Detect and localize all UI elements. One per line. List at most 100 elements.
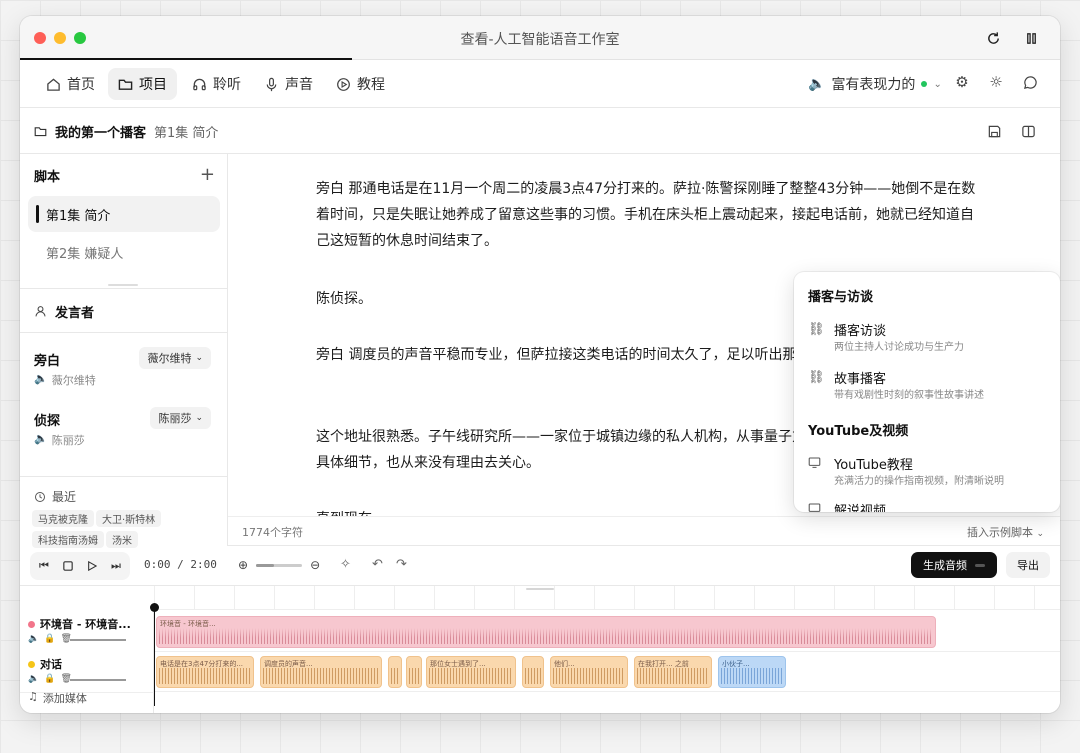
script-paragraph[interactable]: 旁白 那通电话是在11月一个周二的凌晨3点47分打来的。萨拉·陈警探刚睡了整整4… xyxy=(316,176,976,254)
speaker-role-detective: 侦探 xyxy=(34,414,61,429)
status-dot xyxy=(921,81,928,87)
title-bar: 查看-人工智能语音工作室 xyxy=(20,16,1060,60)
nav-projects-label: 项目 xyxy=(139,77,167,93)
audio-clip[interactable]: 他们... xyxy=(550,656,628,688)
skip-back-icon[interactable]: ⏮ xyxy=(36,558,52,574)
waveform xyxy=(409,668,419,684)
timecode: 0:00 / 2:00 xyxy=(144,558,217,571)
menu-section-podcast: 播客与访谈 xyxy=(808,290,874,305)
menu-item-desc: 带有戏剧性时刻的叙事性故事讲述 xyxy=(834,390,984,401)
example-script-menu: 播客与访谈 ⛓ 播客访谈 两位主持人讨论成功与生产力 ⛓ 故事播客 带有戏剧性时… xyxy=(794,272,1060,512)
narrator-voice-select[interactable]: 薇尔维特 ⌄ xyxy=(139,347,211,369)
add-episode-icon[interactable]: + xyxy=(200,164,215,185)
window-title: 查看-人工智能语音工作室 xyxy=(460,32,620,48)
nav-listen[interactable]: 聆听 xyxy=(182,68,251,100)
stop-icon[interactable] xyxy=(60,558,76,574)
audio-clip[interactable]: 电话是在3点47分打来的... xyxy=(156,656,254,688)
pause-icon[interactable] xyxy=(1020,27,1042,49)
sun-icon[interactable]: ☼ xyxy=(986,72,1006,92)
nav-home[interactable]: 首页 xyxy=(36,68,105,100)
zoom-control: ⊕ ⊖ xyxy=(238,558,320,572)
time-ruler[interactable] xyxy=(154,586,1060,610)
nav-projects[interactable]: 项目 xyxy=(108,68,177,100)
nav-tutorials[interactable]: 教程 xyxy=(326,68,395,100)
zoom-in-icon[interactable]: ⊕ xyxy=(238,558,248,572)
waveform xyxy=(637,668,709,684)
split-view-icon[interactable] xyxy=(1018,121,1038,141)
nav-listen-label: 聆听 xyxy=(213,77,241,93)
audio-clip[interactable]: 在我打开... 之前 xyxy=(634,656,712,688)
recent-tag[interactable]: 马克被克隆 xyxy=(32,510,94,527)
link-icon: ⛓ xyxy=(808,322,825,337)
chevron-down-icon: ⌄ xyxy=(195,413,203,423)
track-lane-ambient[interactable]: 环境音 - 环境音... xyxy=(154,612,1060,652)
voice-style-select[interactable]: 🔈 富有表现力的 ⌄ xyxy=(808,74,942,94)
waveform xyxy=(391,668,399,684)
episode-item-1[interactable]: 第1集 简介 xyxy=(28,196,220,232)
episode-item-2[interactable]: 第2集 嫌疑人 xyxy=(28,234,220,270)
undo-icon[interactable]: ↶ xyxy=(372,557,383,572)
add-media-button[interactable]: ♫ 添加媒体 xyxy=(28,690,87,706)
menu-section-youtube: YouTube及视频 xyxy=(808,424,909,439)
lock-icon[interactable]: 🔒 xyxy=(44,674,55,684)
audio-clip[interactable] xyxy=(406,656,422,688)
audio-clip[interactable]: 小伙子... xyxy=(718,656,786,688)
track-header-ambient: 环境音 - 环境音... 🔈 🔒 🗑 xyxy=(20,612,154,652)
audio-clip[interactable] xyxy=(522,656,544,688)
zoom-out-icon[interactable]: ⊖ xyxy=(310,558,320,572)
speakers-section-title: 发言者 xyxy=(34,302,94,321)
speakers-label: 发言者 xyxy=(55,306,95,321)
timeline: 环境音 - 环境音... 🔈 🔒 🗑 对话 🔈 🔒 🗑 ♫ 添加媒体 环境音 -… xyxy=(20,586,1060,713)
chat-bubble-icon[interactable] xyxy=(1020,72,1040,92)
track-volume-slider[interactable] xyxy=(70,679,126,681)
audio-clip[interactable]: 调度员的声音... xyxy=(260,656,382,688)
app-window: 查看-人工智能语音工作室 首页 项目 聆听 声音 教程 🔈 富有表现力的 ⌄ ⚙… xyxy=(20,16,1060,713)
speaker-icon: 🔈 xyxy=(34,372,48,385)
insert-example-script-button[interactable]: 插入示例脚本 ⌄ xyxy=(967,524,1044,540)
resize-handle[interactable] xyxy=(108,284,138,286)
menu-item-name: 解说视频 xyxy=(834,504,887,512)
save-icon[interactable] xyxy=(984,121,1004,141)
volume-icon[interactable]: 🔈 xyxy=(28,634,39,644)
breadcrumb-project[interactable]: 我的第一个播客 xyxy=(55,122,146,141)
nav-voices[interactable]: 声音 xyxy=(254,68,323,100)
audio-clip[interactable]: 那位女士遇到了... xyxy=(426,656,516,688)
detective-voice-select[interactable]: 陈丽莎 ⌄ xyxy=(150,407,211,429)
zoom-slider[interactable] xyxy=(256,563,303,567)
audio-clip[interactable]: 环境音 - 环境音... xyxy=(156,616,936,648)
lock-icon[interactable]: 🔒 xyxy=(44,634,55,644)
detective-voice: 🔈 陈丽莎 xyxy=(34,432,85,448)
menu-item-desc: 充满活力的操作指南视频，附清晰说明 xyxy=(834,476,1004,487)
play-icon[interactable] xyxy=(84,558,100,574)
recent-tag[interactable]: 大卫·斯特林 xyxy=(96,510,162,527)
volume-icon[interactable]: 🔈 xyxy=(28,674,39,684)
narrator-voice: 🔈 薇尔维特 xyxy=(34,372,96,388)
skip-forward-icon[interactable]: ⏭ xyxy=(108,558,124,574)
breadcrumb: 我的第一个播客 第1集 简介 xyxy=(20,108,1060,154)
track-header-dialog: 对话 🔈 🔒 🗑 xyxy=(20,652,154,692)
insert-example-label: 插入示例脚本 xyxy=(966,526,1033,539)
person-icon xyxy=(34,305,47,318)
gear-icon[interactable]: ⚙ xyxy=(952,72,972,92)
sparkle-icon[interactable]: ✧ xyxy=(340,557,351,572)
voice-style-label: 富有表现力的 xyxy=(831,77,916,93)
divider xyxy=(20,288,228,289)
transport-bar: ⏮ ⏭ 0:00 / 2:00 ⊕ ⊖ ✧ ↶ ↷ 生成音频 导出 xyxy=(20,546,1060,586)
menu-item-name: YouTube教程 xyxy=(834,458,913,473)
add-media-label: 添加媒体 xyxy=(42,692,87,705)
refresh-icon[interactable] xyxy=(982,27,1004,49)
playhead[interactable] xyxy=(150,603,159,706)
headphones-icon xyxy=(192,77,207,92)
nav-home-label: 首页 xyxy=(67,77,95,93)
track-name: 环境音 - 环境音... xyxy=(40,618,131,631)
generate-audio-button[interactable]: 生成音频 xyxy=(911,552,997,578)
export-button[interactable]: 导出 xyxy=(1006,552,1050,578)
waveform xyxy=(553,668,625,684)
folder-open-icon xyxy=(34,125,47,138)
speaker-icon: 🔈 xyxy=(808,76,826,92)
redo-icon[interactable]: ↷ xyxy=(396,557,407,572)
audio-clip[interactable] xyxy=(388,656,402,688)
track-lane-dialog[interactable]: 电话是在3点47分打来的... 调度员的声音... 那位女士遇到了... 他们.… xyxy=(154,652,1060,692)
track-volume-slider[interactable] xyxy=(70,639,126,641)
character-count: 1774个字符 xyxy=(242,526,303,539)
